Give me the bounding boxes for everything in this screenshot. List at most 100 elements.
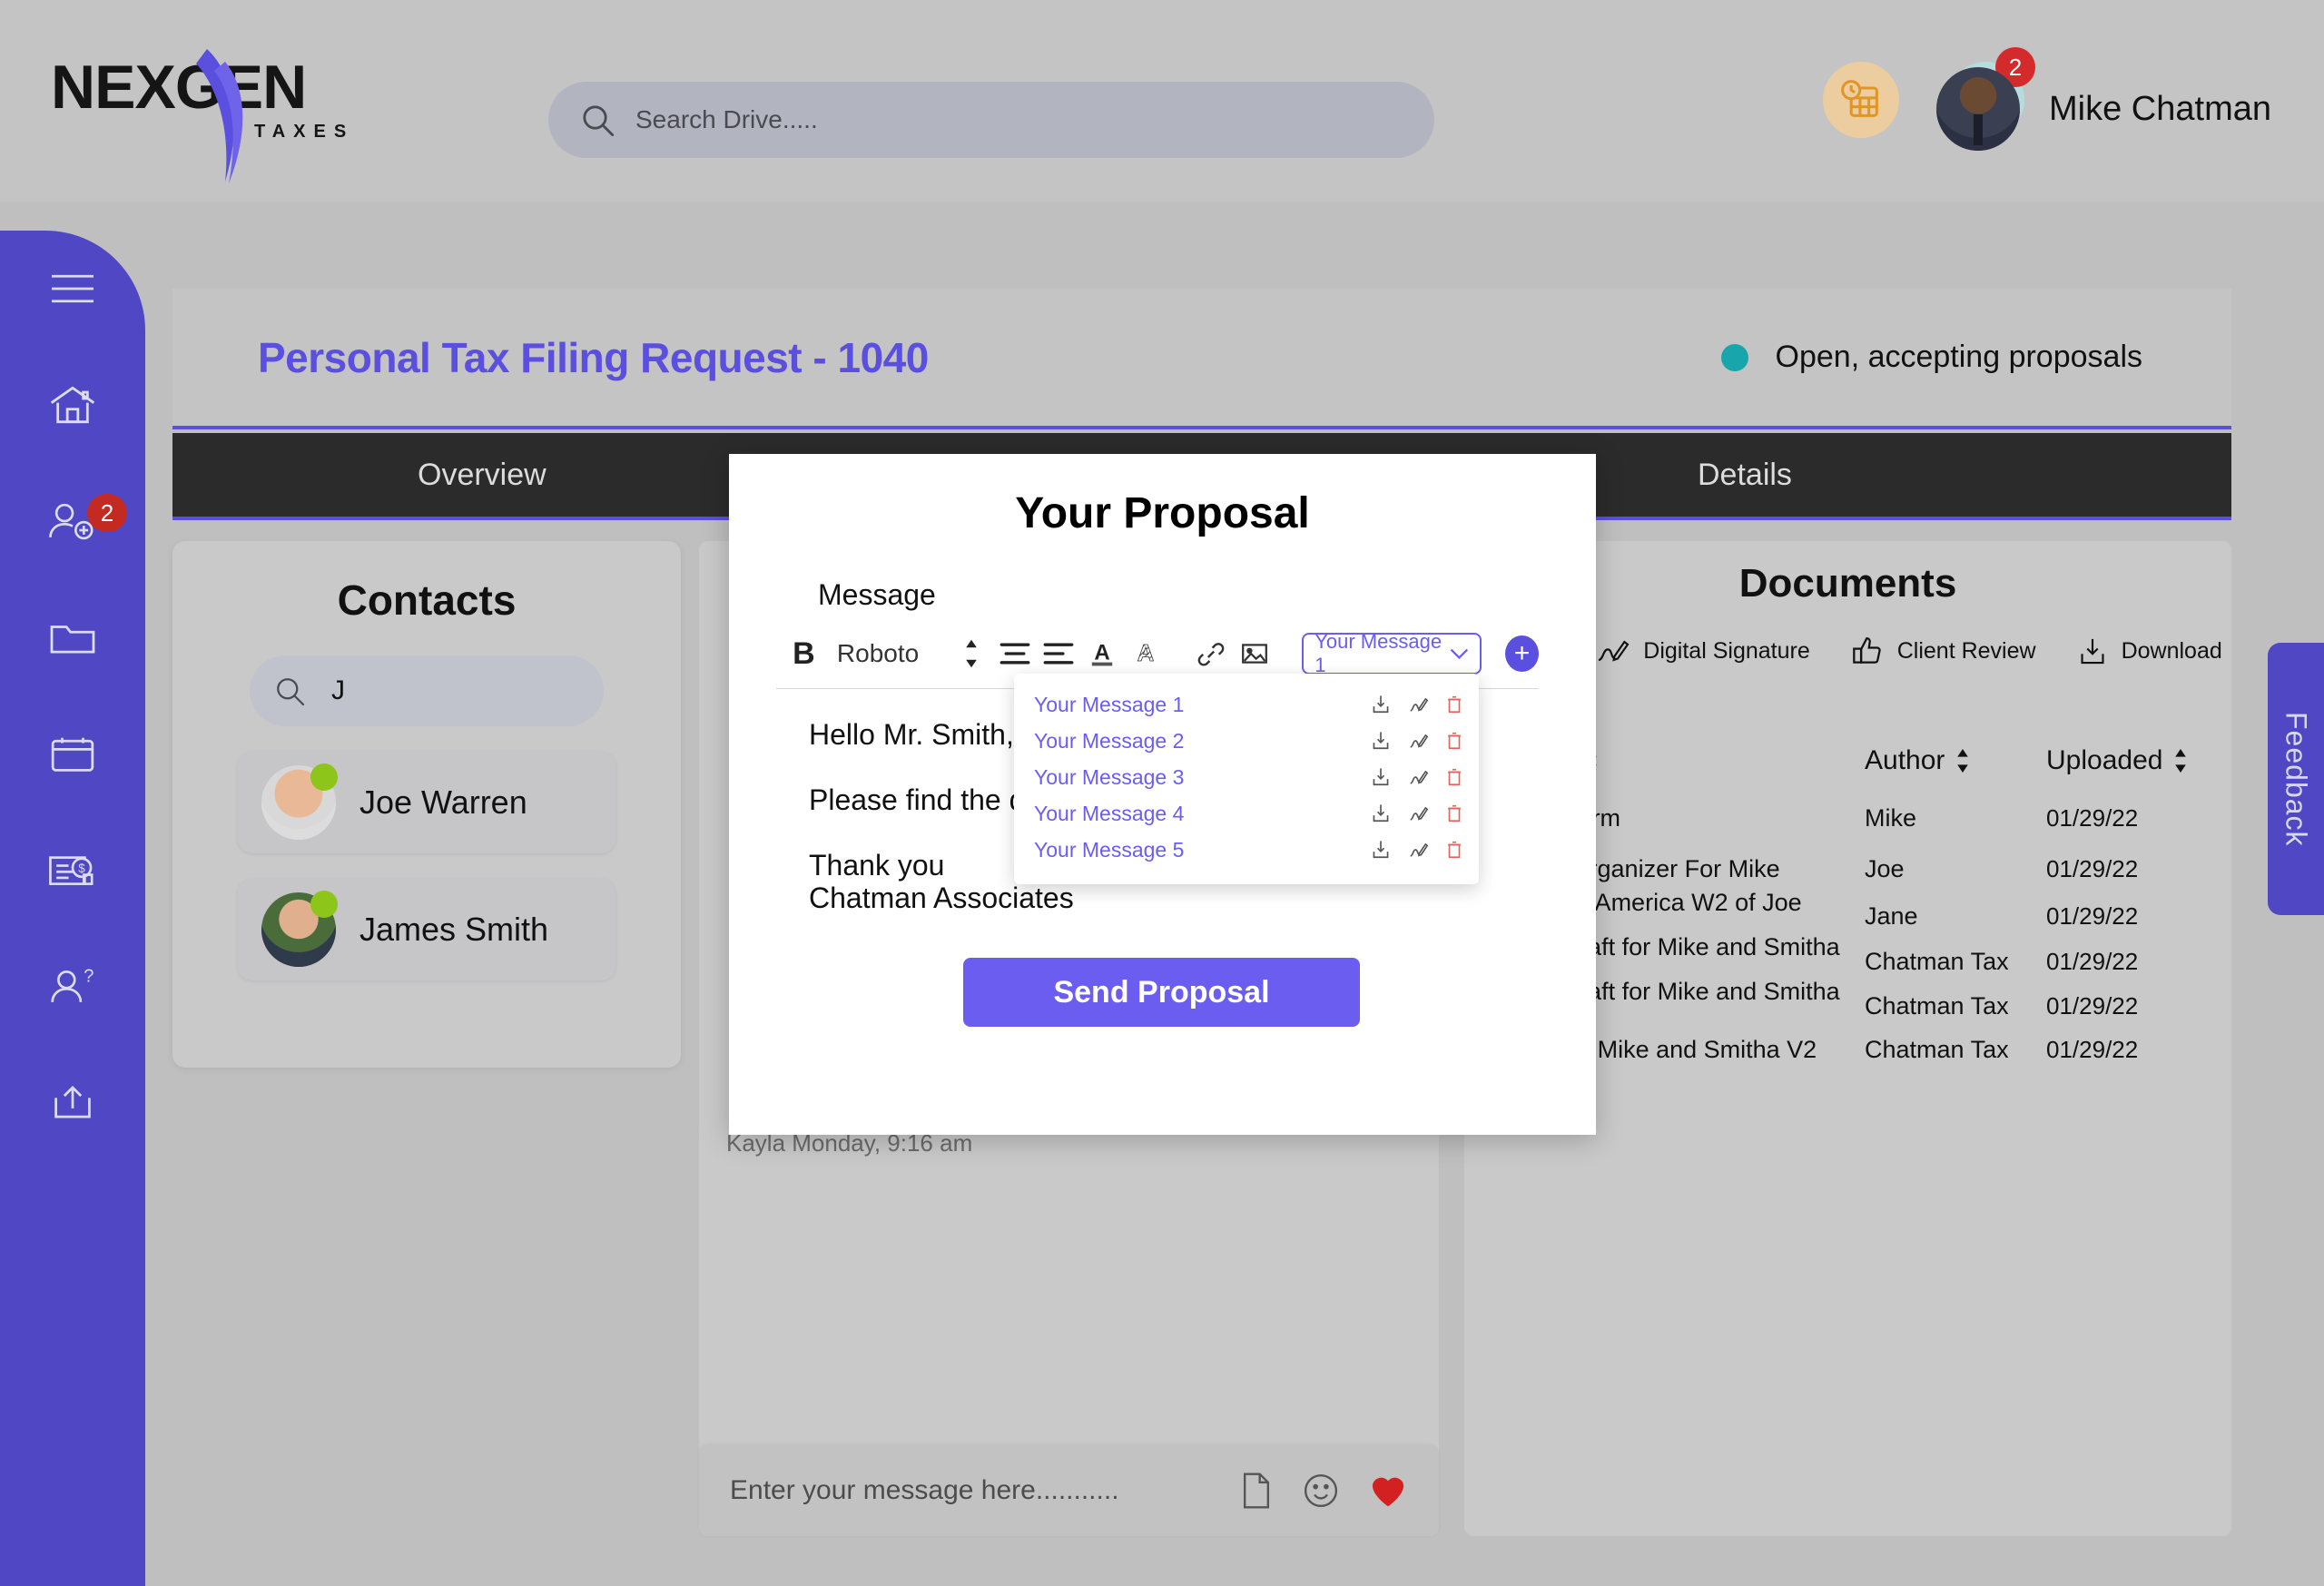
save-icon[interactable]: [1372, 803, 1390, 823]
left-sidebar: 2 $ ?: [0, 231, 145, 1586]
dropdown-item[interactable]: Your Message 3: [1014, 759, 1479, 795]
sidebar-item-folder[interactable]: [0, 579, 145, 695]
delete-icon[interactable]: [1446, 731, 1462, 751]
link-button[interactable]: [1189, 632, 1233, 675]
sidebar-item-add-user[interactable]: 2: [0, 463, 145, 579]
app-root: NEXGEN TAXES Search Drive..... 2 Mike Ch…: [0, 0, 2324, 1586]
align-left-icon: [1043, 643, 1074, 665]
image-icon: [1242, 644, 1268, 664]
sort-icon: [2175, 749, 2187, 773]
add-message-button[interactable]: +: [1505, 635, 1539, 672]
global-search-placeholder: Search Drive.....: [635, 105, 818, 133]
image-button[interactable]: [1233, 632, 1276, 675]
add-user-badge: 2: [87, 494, 127, 532]
download-label: Download: [2121, 637, 2222, 664]
dropdown-item-actions: [1372, 840, 1462, 860]
search-icon: [277, 678, 305, 706]
font-color-button[interactable]: A: [1080, 632, 1124, 675]
save-icon[interactable]: [1372, 767, 1390, 787]
feedback-tab[interactable]: Feedback: [2268, 643, 2324, 915]
user-menu[interactable]: Mike Chatman: [1936, 67, 2271, 151]
delete-icon[interactable]: [1446, 840, 1462, 860]
contacts-panel: Contacts J Joe Warren James Smith: [172, 541, 681, 1068]
emoji-icon[interactable]: [1301, 1471, 1341, 1511]
tab-details-label: Details: [1698, 457, 1792, 492]
edit-icon[interactable]: [1408, 767, 1428, 787]
send-proposal-button[interactable]: Send Proposal: [963, 958, 1360, 1027]
upload-icon: [54, 1085, 91, 1118]
highlight-button[interactable]: A: [1124, 632, 1167, 675]
edit-icon[interactable]: [1408, 694, 1428, 714]
online-status-dot: [310, 763, 338, 791]
delete-icon[interactable]: [1446, 694, 1462, 714]
sidebar-item-calendar[interactable]: [0, 695, 145, 812]
digital-signature-button[interactable]: Digital Signature: [1594, 634, 1810, 668]
app-logo[interactable]: NEXGEN TAXES: [44, 44, 425, 183]
logo-tagline: TAXES: [254, 122, 355, 142]
contacts-search-input[interactable]: J: [250, 655, 604, 726]
download-button[interactable]: Download: [2076, 634, 2222, 668]
billing-icon: $: [49, 856, 94, 885]
edit-icon[interactable]: [1408, 840, 1428, 860]
digital-signature-label: Digital Signature: [1643, 637, 1810, 664]
message-input-icon-group: [1239, 1471, 1408, 1511]
dropdown-item-label: Your Message 1: [1034, 692, 1185, 716]
align-center-icon: [1000, 643, 1030, 665]
dropdown-item-label: Your Message 3: [1034, 764, 1185, 789]
sidebar-item-menu[interactable]: [0, 231, 145, 347]
list-item[interactable]: James Smith: [238, 879, 615, 980]
edit-icon[interactable]: [1408, 803, 1428, 823]
sidebar-item-billing[interactable]: $: [0, 812, 145, 928]
delete-icon[interactable]: [1446, 803, 1462, 823]
tab-details[interactable]: Details: [1698, 458, 1792, 493]
dropdown-item-actions: [1372, 694, 1462, 714]
bold-button[interactable]: B: [776, 632, 832, 675]
document-author: Chatman Tax: [1865, 991, 2009, 1020]
saved-message-select[interactable]: Your Message 1: [1302, 630, 1482, 676]
contact-name: James Smith: [359, 911, 549, 948]
highlight-icon: A: [1137, 641, 1155, 667]
tab-overview[interactable]: Overview: [418, 458, 547, 493]
column-header-author[interactable]: Author: [1865, 745, 2046, 776]
file-icon[interactable]: [1239, 1471, 1274, 1511]
message-input-bar[interactable]: Enter your message here...........: [699, 1445, 1439, 1536]
svg-text:$: $: [78, 862, 85, 875]
save-icon[interactable]: [1372, 840, 1390, 860]
folder-icon: [50, 626, 95, 654]
global-search[interactable]: Search Drive.....: [548, 82, 1434, 158]
home-icon: [50, 386, 95, 424]
font-color-icon: A: [1092, 640, 1113, 666]
sidebar-item-upload[interactable]: [0, 1044, 145, 1160]
heart-icon[interactable]: [1368, 1473, 1408, 1509]
align-justify-button[interactable]: [1037, 632, 1080, 675]
save-icon[interactable]: [1372, 731, 1390, 751]
avatar: [261, 763, 338, 840]
dropdown-item-actions: [1372, 731, 1462, 751]
dropdown-item[interactable]: Your Message 5: [1014, 832, 1479, 868]
thumbs-up-icon: [1852, 637, 1881, 664]
status-dot-icon: [1720, 343, 1748, 371]
page-title: Personal Tax Filing Request - 1040: [258, 333, 929, 381]
link-icon: [1197, 643, 1225, 666]
list-item[interactable]: Joe Warren: [238, 752, 615, 853]
sidebar-item-support[interactable]: ?: [0, 928, 145, 1044]
dropdown-item[interactable]: Your Message 1: [1014, 686, 1479, 723]
sidebar-item-home[interactable]: [0, 347, 145, 463]
edit-icon[interactable]: [1408, 731, 1428, 751]
calendar-clock-icon-button[interactable]: [1823, 62, 1899, 138]
delete-icon[interactable]: [1446, 767, 1462, 787]
column-header-uploaded[interactable]: Uploaded: [2046, 745, 2201, 776]
contacts-title: Contacts: [337, 576, 517, 624]
menu-icon: [52, 274, 94, 303]
client-review-button[interactable]: Client Review: [1850, 634, 2036, 668]
document-uploaded: 01/29/22: [2046, 947, 2139, 975]
save-icon[interactable]: [1372, 694, 1390, 714]
search-icon: [583, 105, 615, 137]
font-size-stepper[interactable]: [950, 632, 993, 675]
dropdown-item-label: Your Message 4: [1034, 801, 1185, 825]
align-center-button[interactable]: [993, 632, 1037, 675]
dropdown-item[interactable]: Your Message 2: [1014, 723, 1479, 759]
modal-title: Your Proposal: [1015, 489, 1310, 537]
dropdown-item[interactable]: Your Message 4: [1014, 795, 1479, 832]
font-family-select[interactable]: Roboto: [837, 632, 919, 675]
